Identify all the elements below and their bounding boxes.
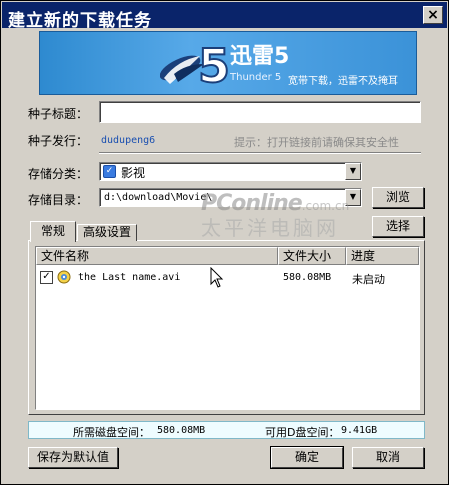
file-status: 未启动 [352, 273, 385, 286]
product-english-name: Thunder 5 [230, 72, 282, 83]
watermark-chinese: 太平洋电脑网 [201, 216, 339, 240]
window-title: 建立新的下载任务 [8, 11, 152, 31]
torrent-title-label: 种子标题： [28, 107, 89, 121]
close-button[interactable]: × [423, 6, 443, 24]
logo-digit: 5 [198, 39, 230, 92]
save-default-button[interactable]: 保存为默认值 [28, 447, 118, 468]
file-size: 580.08MB [283, 272, 332, 283]
publisher-label: 种子发行： [28, 134, 89, 148]
separator-line [99, 152, 421, 154]
video-file-icon [57, 270, 71, 284]
mouse-cursor-icon [210, 267, 224, 288]
new-download-task-dialog: 建立新的下载任务 × 5 迅雷5 Thunder 5 宽带下载，迅雷不及掩耳 种… [0, 0, 449, 485]
required-space-label: 所需磁盘空间： [73, 426, 150, 439]
category-label: 存储分类： [28, 167, 89, 181]
product-slogan: 宽带下载，迅雷不及掩耳 [288, 76, 398, 87]
check-badge-icon: ✓ [103, 165, 116, 178]
tab-advanced[interactable]: 高级设置 [77, 224, 137, 241]
category-value: 影视 [121, 166, 146, 180]
title-bar: 建立新的下载任务 × [2, 2, 447, 31]
directory-input[interactable]: d:\download\Movie\ ▼ [99, 188, 362, 207]
column-header-filename[interactable]: 文件名称 [36, 247, 278, 265]
column-header-size[interactable]: 文件大小 [278, 247, 346, 265]
required-space-value: 580.08MB [157, 425, 206, 436]
directory-value: d:\download\Movie\ [104, 192, 213, 203]
torrent-title-input[interactable] [99, 101, 421, 123]
file-list: 文件名称 文件大小 进度 ✓ the Last name.avi 580.08M… [35, 246, 420, 410]
available-space-label: 可用D盘空间： [265, 426, 340, 439]
disk-space-bar: 所需磁盘空间： 580.08MB 可用D盘空间： 9.41GB [28, 421, 425, 439]
safety-hint: 提示：打开链接前请确保其安全性 [234, 136, 399, 149]
available-space-value: 9.41GB [341, 425, 378, 436]
category-dropdown[interactable]: ✓ 影视 ▼ [99, 162, 362, 181]
file-checkbox[interactable]: ✓ [40, 271, 53, 284]
select-button[interactable]: 选择 [372, 216, 424, 237]
thunder-bird-logo-icon: 5 [160, 38, 230, 92]
thunder-banner: 5 迅雷5 Thunder 5 宽带下载，迅雷不及掩耳 [39, 31, 417, 95]
product-name: 迅雷5 [230, 44, 290, 69]
chevron-down-icon[interactable]: ▼ [345, 163, 361, 180]
cancel-button[interactable]: 取消 [352, 447, 424, 468]
tab-general[interactable]: 常规 [30, 221, 76, 242]
chevron-down-icon[interactable]: ▼ [345, 189, 361, 206]
ok-button[interactable]: 确定 [270, 446, 344, 469]
publisher-value: dudupeng6 [101, 135, 156, 146]
browse-button[interactable]: 浏览 [372, 187, 424, 208]
directory-label: 存储目录： [28, 193, 89, 207]
column-header-progress[interactable]: 进度 [346, 247, 419, 265]
file-name: the Last name.avi [78, 272, 181, 283]
